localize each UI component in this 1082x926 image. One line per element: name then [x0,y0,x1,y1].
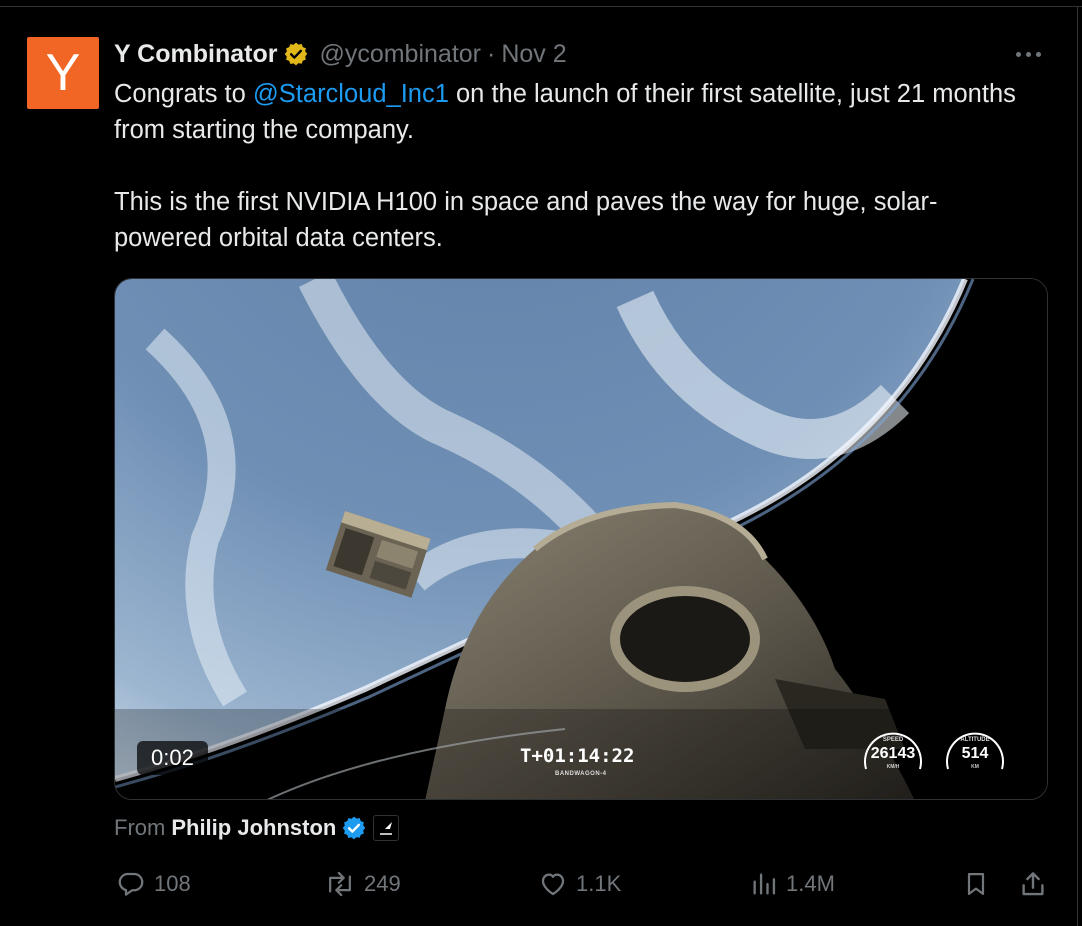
repost-count: 249 [364,871,401,896]
like-icon [541,873,565,896]
avatar-letter: Y [45,44,81,102]
mission-name: BANDWAGON-4 [555,771,607,777]
source-name[interactable]: Philip Johnston [171,815,336,841]
handle[interactable]: @ycombinator [319,40,481,69]
altitude-unit: KM [971,764,979,770]
tweet-text-prefix: Congrats to [114,80,253,108]
repost-button[interactable]: 249 [324,864,401,904]
video-timestamp: 0:02 [137,741,208,775]
affiliation-logo-icon[interactable] [373,815,400,841]
share-button[interactable] [1018,864,1048,904]
avatar[interactable]: Y [27,37,99,109]
action-bar: 108 249 1.1K 1.4M [114,864,1054,904]
video-frame [115,279,1047,799]
more-icon[interactable] [1016,48,1046,60]
views-button[interactable]: 1.4M [750,864,835,904]
speed-unit: KM/H [886,764,900,770]
reply-icon [118,872,144,896]
altitude-gauge: ALTITUDE 514 KM [942,725,1008,775]
bookmark-icon [967,872,985,896]
reply-button[interactable]: 108 [116,864,191,904]
views-count: 1.4M [786,871,835,896]
speed-gauge: SPEED 26143 KM/H [860,725,926,775]
mention-link[interactable]: @Starcloud_Inc1 [253,80,449,108]
speed-value: 26143 [870,745,916,762]
right-divider [1077,6,1078,926]
reply-count: 108 [154,871,191,896]
views-icon [753,873,776,895]
mission-clock: T+01:14:22 [520,745,635,767]
verified-blue-icon[interactable] [341,815,367,841]
tweet-text: Congrats to @Starcloud_Inc1 on the launc… [114,76,1034,256]
top-divider [0,6,1082,7]
tweet-paragraph-1: Congrats to @Starcloud_Inc1 on the launc… [114,76,1034,148]
altitude-label: ALTITUDE [960,737,990,743]
video-player[interactable]: 0:02 T+01:14:22 BANDWAGON-4 SPEED 26143 … [114,278,1048,800]
verified-gold-icon[interactable] [283,41,309,67]
video-source: From Philip Johnston [114,812,400,844]
like-count: 1.1K [576,871,622,896]
speed-label: SPEED [882,737,904,743]
from-label: From [114,815,166,840]
separator-dot: · [487,39,496,68]
tweet-paragraph-2: This is the first NVIDIA H100 in space a… [114,188,938,252]
altitude-value: 514 [961,745,989,762]
bookmark-button[interactable] [962,864,990,904]
repost-icon [329,871,351,897]
display-name[interactable]: Y Combinator [114,40,277,69]
post-date[interactable]: Nov 2 [501,40,566,69]
share-icon [1022,872,1044,896]
tweet-header: Y Combinator @ycombinator · Nov 2 [114,38,567,70]
like-button[interactable]: 1.1K [538,864,621,904]
